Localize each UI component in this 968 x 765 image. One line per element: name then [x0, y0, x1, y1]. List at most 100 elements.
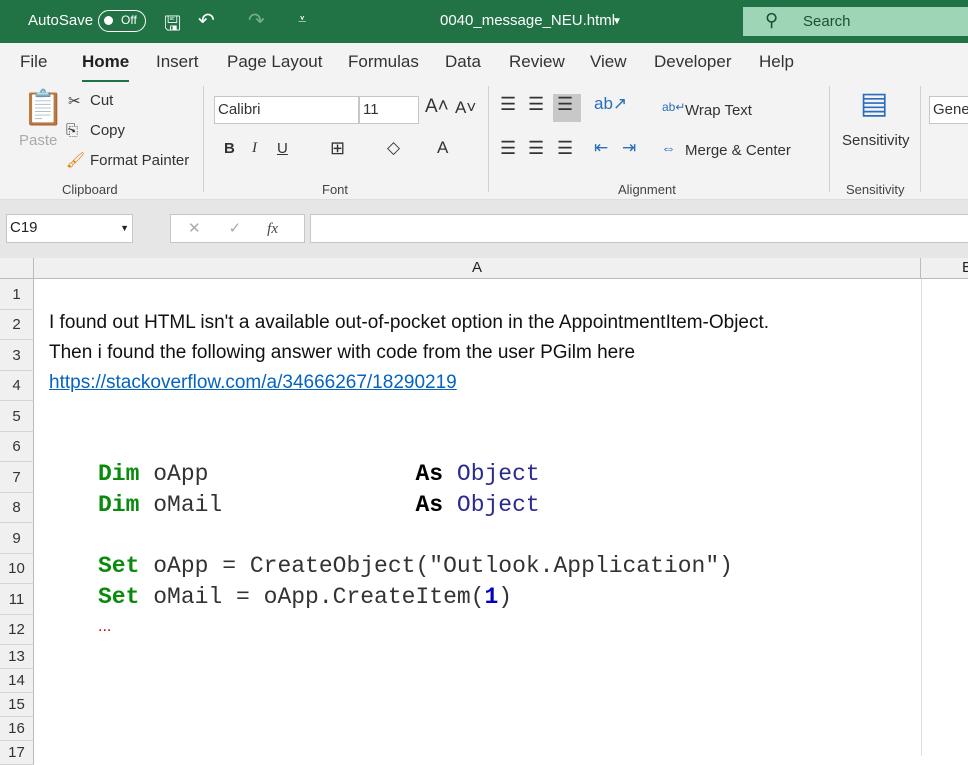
font-size-select[interactable]: 11: [359, 96, 419, 124]
tab-data[interactable]: Data: [445, 52, 481, 72]
cell-a2[interactable]: I found out HTML isn't a available out-o…: [49, 312, 769, 334]
increase-indent-icon[interactable]: ⇥: [622, 138, 636, 158]
align-bottom-icon[interactable]: ☰: [553, 94, 581, 122]
row-header[interactable]: 7: [0, 462, 34, 493]
row-header[interactable]: 11: [0, 584, 34, 615]
customize-qat-icon[interactable]: ⩡: [298, 11, 306, 28]
fill-color-icon[interactable]: ◇: [387, 138, 400, 158]
row-header[interactable]: 4: [0, 371, 34, 401]
merge-center-button[interactable]: Merge & Center: [685, 142, 791, 159]
borders-icon[interactable]: ⊞: [330, 138, 345, 159]
formula-input[interactable]: [310, 214, 968, 243]
bold-button[interactable]: B: [224, 140, 235, 157]
underline-button[interactable]: U: [277, 140, 288, 157]
row-header[interactable]: 2: [0, 310, 34, 340]
gridline: [921, 279, 922, 756]
divider: [829, 86, 830, 192]
copy-icon: ⎘: [66, 122, 79, 139]
tab-view[interactable]: View: [590, 52, 627, 72]
divider: [488, 86, 489, 192]
cell-a12[interactable]: ...: [98, 618, 111, 636]
decrease-indent-icon[interactable]: ⇤: [594, 138, 608, 158]
save-icon[interactable]: 🖫: [164, 9, 181, 43]
copy-button[interactable]: Copy: [90, 122, 125, 139]
cell-a3[interactable]: Then i found the following answer with c…: [49, 342, 635, 364]
align-middle-icon[interactable]: ☰: [528, 94, 544, 115]
name-box[interactable]: C19 ▼: [6, 214, 133, 243]
ribbon-tabs: File Home Insert Page Layout Formulas Da…: [0, 43, 968, 83]
select-all-button[interactable]: [0, 258, 34, 279]
align-left-icon[interactable]: ☰: [500, 138, 516, 159]
align-center-icon[interactable]: ☰: [528, 138, 544, 159]
row-header[interactable]: 5: [0, 401, 34, 432]
type-name: Object: [443, 461, 540, 487]
keyword: Set: [98, 584, 140, 610]
type-name: Object: [443, 492, 540, 518]
keyword: As: [415, 492, 444, 518]
sensitivity-button[interactable]: Sensitivity: [842, 132, 910, 149]
enter-icon[interactable]: ✓: [229, 220, 242, 237]
redo-icon[interactable]: ↷: [248, 8, 265, 33]
tab-review[interactable]: Review: [509, 52, 565, 72]
formula-bar-area: C19 ▼ ✕ ✓ fx: [0, 200, 968, 258]
sensitivity-icon: ▤: [860, 87, 889, 120]
file-name[interactable]: 0040_message_NEU.html: [440, 12, 615, 29]
tab-formulas[interactable]: Formulas: [348, 52, 419, 72]
row-header[interactable]: 16: [0, 717, 34, 741]
insert-function-icon[interactable]: fx: [267, 221, 278, 237]
group-label-alignment: Alignment: [618, 182, 676, 197]
format-painter-icon: 🖌: [66, 152, 86, 169]
row-header[interactable]: 3: [0, 340, 34, 371]
italic-button[interactable]: I: [252, 140, 257, 157]
undo-icon[interactable]: ↶: [198, 8, 215, 33]
format-painter-button[interactable]: Format Painter: [90, 152, 189, 169]
row-header[interactable]: 10: [0, 554, 34, 584]
decrease-font-icon[interactable]: A˅: [455, 98, 476, 118]
orientation-icon[interactable]: ab↗: [594, 94, 627, 114]
formula-buttons: ✕ ✓ fx: [170, 214, 305, 243]
cut-button[interactable]: Cut: [90, 92, 113, 109]
cell-a8[interactable]: Dim oMail As Object: [98, 492, 540, 518]
font-color-icon[interactable]: A: [437, 138, 448, 158]
font-name-select[interactable]: Calibri: [214, 96, 359, 124]
cell-a10[interactable]: Set oApp = CreateObject("Outlook.Applica…: [98, 553, 733, 579]
align-top-icon[interactable]: ☰: [500, 94, 516, 115]
align-right-icon[interactable]: ☰: [557, 138, 573, 159]
code-text: ): [498, 584, 513, 610]
row-header[interactable]: 14: [0, 669, 34, 693]
autosave-toggle[interactable]: Off: [98, 10, 146, 32]
tab-help[interactable]: Help: [759, 52, 794, 72]
code-text: oApp = CreateObject("Outlook.Application…: [139, 553, 733, 579]
number-format-select[interactable]: Gene: [929, 96, 968, 124]
tab-file[interactable]: File: [20, 52, 47, 72]
cancel-icon[interactable]: ✕: [188, 220, 201, 237]
paste-button[interactable]: Paste: [19, 132, 57, 149]
row-header[interactable]: 12: [0, 615, 34, 645]
increase-font-icon[interactable]: A˄: [425, 96, 449, 118]
row-header[interactable]: 9: [0, 523, 34, 554]
wrap-text-icon: ab↵: [662, 100, 686, 114]
column-header-a[interactable]: A: [34, 258, 921, 279]
name-box-value: C19: [10, 219, 38, 236]
wrap-text-button[interactable]: Wrap Text: [685, 102, 752, 119]
cell-a11[interactable]: Set oMail = oApp.CreateItem(1): [98, 584, 512, 610]
row-header[interactable]: 6: [0, 432, 34, 462]
cell-a7[interactable]: Dim oApp As Object: [98, 461, 540, 487]
tab-home[interactable]: Home: [82, 52, 130, 83]
row-header[interactable]: 17: [0, 741, 34, 765]
row-header[interactable]: 15: [0, 693, 34, 717]
chevron-down-icon[interactable]: ▼: [612, 16, 622, 27]
tab-insert[interactable]: Insert: [156, 52, 199, 72]
row-header[interactable]: 13: [0, 645, 34, 669]
code-text: oMail = oApp.CreateItem(: [139, 584, 485, 610]
font-size-value: 11: [363, 101, 379, 118]
column-header-b[interactable]: B: [922, 258, 968, 279]
tab-developer[interactable]: Developer: [654, 52, 732, 72]
search-box[interactable]: ⚲ Search: [743, 7, 968, 36]
number-literal: 1: [484, 584, 499, 610]
row-header[interactable]: 1: [0, 279, 34, 310]
keyword: Set: [98, 553, 140, 579]
cell-a4-link[interactable]: https://stackoverflow.com/a/34666267/182…: [49, 372, 457, 394]
tab-page-layout[interactable]: Page Layout: [227, 52, 322, 72]
row-header[interactable]: 8: [0, 493, 34, 523]
